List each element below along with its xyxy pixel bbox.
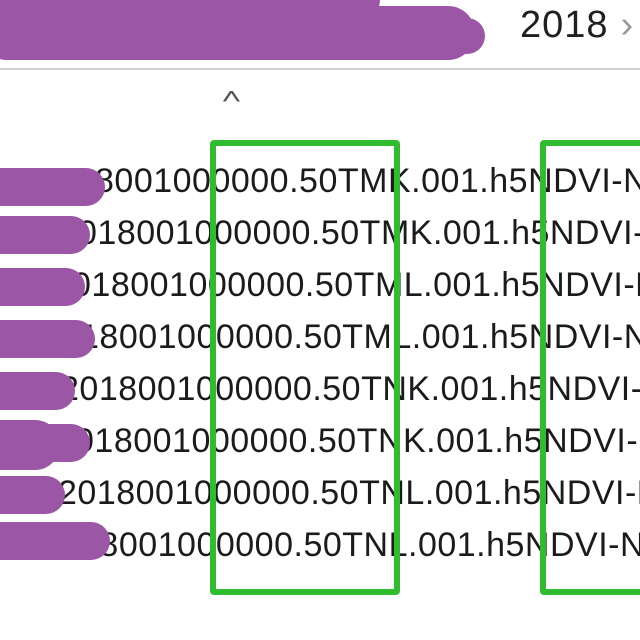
file-row[interactable]: 018001000000.50TNK.001.h5NDVI-NDVI: [0, 415, 640, 467]
file-row[interactable]: 018001000000.50TML.001.h5NDVI-NDVI: [0, 259, 640, 311]
file-name-label: 018001000000.50TML.001.h5NDVI-NDVI: [72, 266, 640, 304]
file-name-label: 018001000000.50TNK.001.h5NDVI-NDVI: [75, 422, 640, 460]
file-name-label: 2018001000000.50TNL.001.h5NDVI-NDVI: [58, 474, 640, 512]
file-row[interactable]: 018001000000.50TMK.001.h5NDVI-NDVI: [0, 207, 640, 259]
sort-ascending-icon: ˄: [221, 84, 242, 110]
breadcrumb-folder-label: 2018: [520, 4, 609, 46]
file-name-label: 018001000000.50TMK.001.h5NDVI-NDVI: [78, 214, 640, 252]
file-name-label: 8001000000.50TMK.001.h5NDVI-NDVI: [95, 162, 640, 200]
breadcrumb-separator-icon: ›: [609, 4, 635, 46]
file-row[interactable]: 2018001000000.50TNK.001.h5NDVI-NDVI: [0, 363, 640, 415]
file-row[interactable]: 18001000000.50TNL.001.h5NDVI-NDVI: [0, 519, 640, 571]
file-row[interactable]: 8001000000.50TMK.001.h5NDVI-NDVI: [0, 155, 640, 207]
breadcrumb-segment[interactable]: 2018›: [520, 4, 634, 47]
file-name-label: 18001000000.50TNL.001.h5NDVI-NDVI: [80, 526, 640, 564]
file-name-label: 18001000000.50TML.001.h5NDVI-NDVI: [80, 318, 640, 356]
file-name-label: 2018001000000.50TNK.001.h5NDVI-NDVI: [60, 370, 640, 408]
breadcrumb-bar[interactable]: 2018›: [0, 0, 640, 70]
file-row[interactable]: 18001000000.50TML.001.h5NDVI-NDVI: [0, 311, 640, 363]
column-header-row[interactable]: ˄: [0, 70, 640, 125]
file-row[interactable]: 2018001000000.50TNL.001.h5NDVI-NDVI: [0, 467, 640, 519]
file-list: 8001000000.50TMK.001.h5NDVI-NDVI 01800100…: [0, 155, 640, 571]
